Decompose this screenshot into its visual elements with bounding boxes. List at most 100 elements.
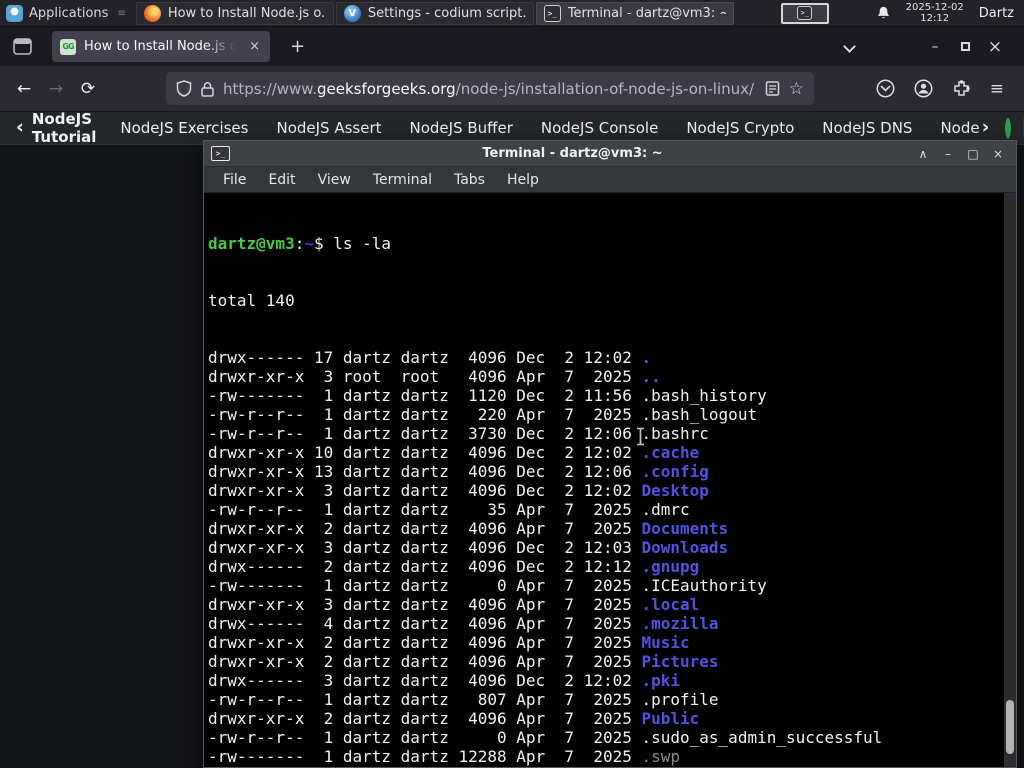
ls-filename: .gnupg [641,557,700,576]
nav-link[interactable]: NodeJS Console [541,119,658,137]
taskbar-window-button[interactable]: >_ Terminal - dartz@vm3: ~ [535,1,734,25]
ls-filename: .bashrc [641,424,709,443]
geeksforgeeks-favicon: GG [60,38,76,55]
terminal-prompt-line: dartz@vm3:~$ ls -la [208,234,1002,253]
panel-clock[interactable]: 2025-12-02 12:12 [906,2,964,24]
ls-filename: .sudo_as_admin_successful [641,728,883,747]
terminal-menu-tabs[interactable]: Tabs [443,172,496,188]
url-text: https://www.geeksforgeeks.org/node-js/in… [223,80,756,98]
terminal-menu-terminal[interactable]: Terminal [362,172,443,188]
nav-link[interactable]: NodeJS DNS [822,119,912,137]
ls-filename: Downloads [641,538,729,557]
ls-row: drwxr-xr-x 2 dartz dartz 4096 Apr 7 2025… [208,633,690,652]
ls-row: drwx------ 4 dartz dartz 4096 Apr 7 2025… [208,614,719,633]
pocket-icon[interactable] [876,79,895,98]
lock-icon[interactable] [201,81,214,97]
browser-toolbar: ← → ⟳ https://www.geeksforgeeks.org/node… [0,66,1024,112]
nav-link[interactable]: NodeJS Assert [276,119,381,137]
notification-bell-icon[interactable] [876,5,891,21]
ls-filename: .bash_history [641,386,767,405]
ls-row: -rw-r--r-- 1 dartz dartz 35 Apr 7 2025 .… [208,500,690,519]
reload-button[interactable]: ⟳ [72,73,104,105]
ls-filename: . [641,348,652,367]
terminal-menu-view[interactable]: View [307,172,362,188]
top-panel: Applications ≡ How to Install Node.js o.… [0,0,1024,27]
ls-row: -rw-r--r-- 1 dartz dartz 807 Apr 7 2025 … [208,690,719,709]
terminal-window-controls: ∧ – □ × [915,147,1016,161]
terminal-menu-edit[interactable]: Edit [257,172,306,188]
reader-mode-icon[interactable] [765,81,780,96]
ls-filename: .pki [641,671,681,690]
taskbar-window-title: Terminal - dartz@vm3: ~ [567,5,726,21]
ls-filename: .mozilla [641,614,719,633]
ls-row: drwxr-xr-x 3 dartz dartz 4096 Dec 2 12:0… [208,538,729,557]
gfg-search-icon[interactable] [1005,117,1012,139]
terminal-scrollbar-thumb[interactable] [1006,700,1014,754]
firefox-icon [143,4,161,22]
nav-scroll-left-chevron[interactable]: ‹ [16,116,24,138]
ls-filename: .dmrc [641,500,690,519]
terminal-menu-help[interactable]: Help [496,172,550,188]
window-maximize-button[interactable] [950,39,980,55]
terminal-menu-file[interactable]: File [212,172,257,188]
nav-link-tutorial[interactable]: NodeJS Tutorial [32,110,97,146]
terminal-minimize-button[interactable]: – [940,147,956,161]
taskbar-window-button[interactable]: How to Install Node.js o... [135,1,334,25]
url-bar[interactable]: https://www.geeksforgeeks.org/node-js/in… [166,72,814,105]
terminal-window: >_ Terminal - dartz@vm3: ~ ∧ – □ × File E… [203,140,1017,768]
ls-filename: .local [641,595,700,614]
ls-row: -rw------- 1 dartz dartz 12288 Apr 7 202… [208,747,681,766]
terminal-window-title: Terminal - dartz@vm3: ~ [482,146,663,161]
nav-link[interactable]: NodeJS Buffer [410,119,513,137]
terminal-shade-button[interactable]: ∧ [915,147,931,161]
nav-link[interactable]: NodeJS Exercises [120,119,248,137]
taskbar: How to Install Node.js o... V Settings - c… [135,1,735,25]
forward-button[interactable]: → [40,73,72,105]
terminal-title-bar[interactable]: >_ Terminal - dartz@vm3: ~ ∧ – □ × [204,141,1016,167]
ls-row: -rw-r--r-- 1 dartz dartz 0 Apr 7 2025 .s… [208,728,883,747]
prompt-path: ~ [304,234,314,253]
back-button[interactable]: ← [8,73,40,105]
user-menu[interactable]: Dartz [979,6,1014,21]
prompt-colon: : [294,234,305,253]
tab-bar-controls: – × [843,37,1024,57]
bookmark-star-icon[interactable]: ☆ [789,79,804,99]
window-close-button[interactable]: × [980,37,1010,57]
firefox-view-button[interactable] [8,34,36,60]
taskbar-window-button[interactable]: V Settings - codium script... [335,1,534,25]
url-scheme: https://www. [223,79,317,98]
new-tab-button[interactable]: + [284,36,311,57]
applications-menu-button[interactable]: Applications ≡ [0,0,135,26]
ls-row: -rw-r--r-- 1 dartz dartz 220 Apr 7 2025 … [208,405,758,424]
vscodium-icon: V [343,4,361,22]
terminal-output[interactable]: dartz@vm3:~$ ls -la total 140 drwx------… [204,193,1016,767]
browser-tab-active[interactable]: GG How to Install Node.js on × [52,31,270,62]
ls-filename: .config [641,462,709,481]
ls-filename: .ICEauthority [641,576,767,595]
ls-row: -rw------- 1 dartz dartz 0 Apr 7 2025 .I… [208,576,767,595]
terminal-scrollbar-track[interactable] [1004,193,1016,767]
prompt-command: ls -la [333,234,392,253]
tracking-protection-shield-icon[interactable] [176,80,192,97]
ls-filename: Documents [641,519,729,538]
nav-link[interactable]: NodeJS Crypto [686,119,794,137]
account-icon[interactable] [914,79,933,98]
xfce-applications-icon [6,4,23,22]
nav-link[interactable]: Node [940,119,979,137]
extensions-puzzle-icon[interactable] [952,79,971,98]
toolbar-extension-area: ≡ [876,79,1016,99]
hamburger-menu-icon[interactable]: ≡ [990,79,1004,99]
terminal-close-button[interactable]: × [990,147,1006,161]
list-all-tabs-chevron-icon[interactable] [843,40,856,53]
ls-filename: .profile [641,690,719,709]
text-cursor-ibeam [637,427,644,446]
workspace-switcher[interactable]: >_ [780,2,829,24]
url-domain: geeksforgeeks.org [316,79,456,98]
nav-scroll-right-chevron[interactable]: › [982,116,990,138]
window-minimize-button[interactable]: – [920,39,950,55]
prompt-user-host: dartz@vm3 [208,234,295,253]
tab-close-button[interactable]: × [247,39,262,54]
ls-row: drwxr-xr-x 2 dartz dartz 4096 Apr 7 2025… [208,766,1002,767]
ls-row: drwxr-xr-x 2 dartz dartz 4096 Apr 7 2025… [208,519,729,538]
terminal-maximize-button[interactable]: □ [965,147,981,161]
